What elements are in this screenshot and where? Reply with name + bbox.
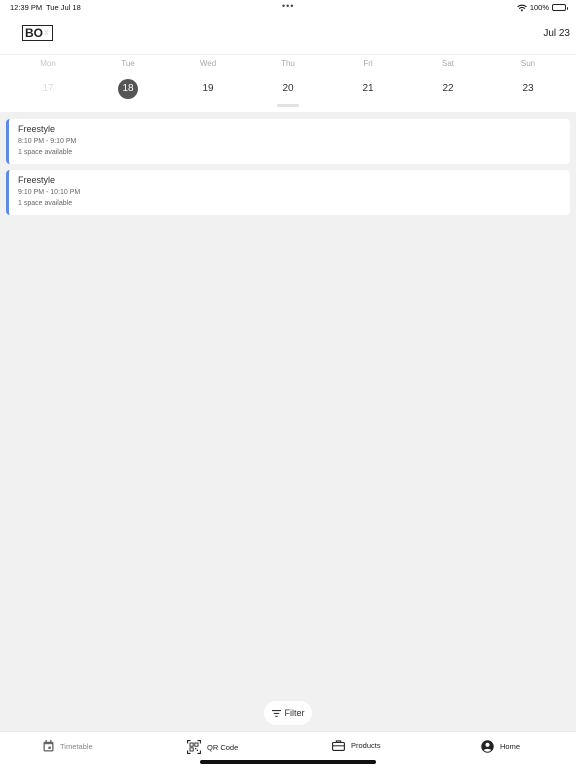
status-right: 100% [517, 3, 568, 12]
filter-icon [271, 709, 281, 717]
wifi-icon [517, 4, 527, 11]
header-date-label[interactable]: Jul 23 [543, 28, 570, 39]
week-expand-handle[interactable] [277, 104, 299, 107]
status-date: Tue Jul 18 [46, 3, 81, 12]
filter-label: Filter [284, 708, 305, 718]
tab-products[interactable]: Products [332, 740, 381, 751]
day-name: Fri [363, 59, 373, 68]
tab-products-label: Products [351, 741, 381, 750]
session-availability: 1 space available [18, 149, 73, 156]
day-number: 17 [42, 83, 54, 94]
header: BO X Jul 23 [0, 14, 576, 54]
day-number[interactable]: 21 [358, 79, 378, 99]
logo-suffix: X [44, 29, 49, 37]
session-title: Freestyle [18, 175, 56, 185]
day-name: Mon [40, 59, 56, 68]
day-number[interactable]: 22 [438, 79, 458, 99]
calendar-icon [43, 740, 54, 752]
battery-icon [552, 4, 568, 11]
session-card[interactable]: Freestyle 9:10 PM - 10:10 PM 1 space ava… [6, 170, 570, 215]
briefcase-icon [332, 740, 345, 751]
tab-home[interactable]: Home [481, 740, 520, 753]
account-circle-icon [481, 740, 494, 753]
tab-timetable[interactable]: Timetable [43, 740, 93, 752]
session-time: 9:10 PM - 10:10 PM [18, 189, 81, 196]
session-availability: 1 space available [18, 200, 73, 207]
day-name: Tue [121, 59, 135, 68]
day-name: Wed [199, 59, 217, 68]
day-number[interactable]: 20 [278, 79, 298, 99]
status-bar: 12:39 PM Tue Jul 18 ••• 100% [0, 0, 576, 14]
battery-percent: 100% [529, 3, 549, 12]
day-name: Sun [520, 59, 536, 68]
tab-qr-code[interactable]: QR Code [187, 740, 238, 754]
status-time: 12:39 PM [10, 3, 43, 12]
home-indicator[interactable] [200, 760, 376, 764]
multitasking-dots-icon[interactable]: ••• [282, 1, 294, 11]
brand-logo: BO X [22, 25, 53, 41]
day-number[interactable]: 18 [118, 79, 138, 99]
day-number[interactable]: 19 [198, 79, 218, 99]
tab-home-label: Home [500, 742, 521, 751]
day-number[interactable]: 23 [518, 79, 538, 99]
day-name: Sat [441, 59, 454, 68]
tab-timetable-label: Timetable [60, 741, 93, 751]
session-time: 8:10 PM - 9:10 PM [18, 138, 77, 145]
week-strip: Mon 17 Tue 18 Wed 19 Thu 20 Fri 21 Sat 2… [0, 54, 576, 112]
session-list: Freestyle 8:10 PM - 9:10 PM 1 space avai… [6, 119, 570, 221]
logo-text: BO [25, 26, 43, 40]
filter-button[interactable]: Filter [264, 701, 312, 725]
session-title: Freestyle [18, 124, 56, 134]
session-card[interactable]: Freestyle 8:10 PM - 9:10 PM 1 space avai… [6, 119, 570, 164]
day-name: Thu [281, 59, 295, 68]
qr-code-icon [187, 740, 201, 754]
tab-qr-code-label: QR Code [207, 742, 239, 752]
